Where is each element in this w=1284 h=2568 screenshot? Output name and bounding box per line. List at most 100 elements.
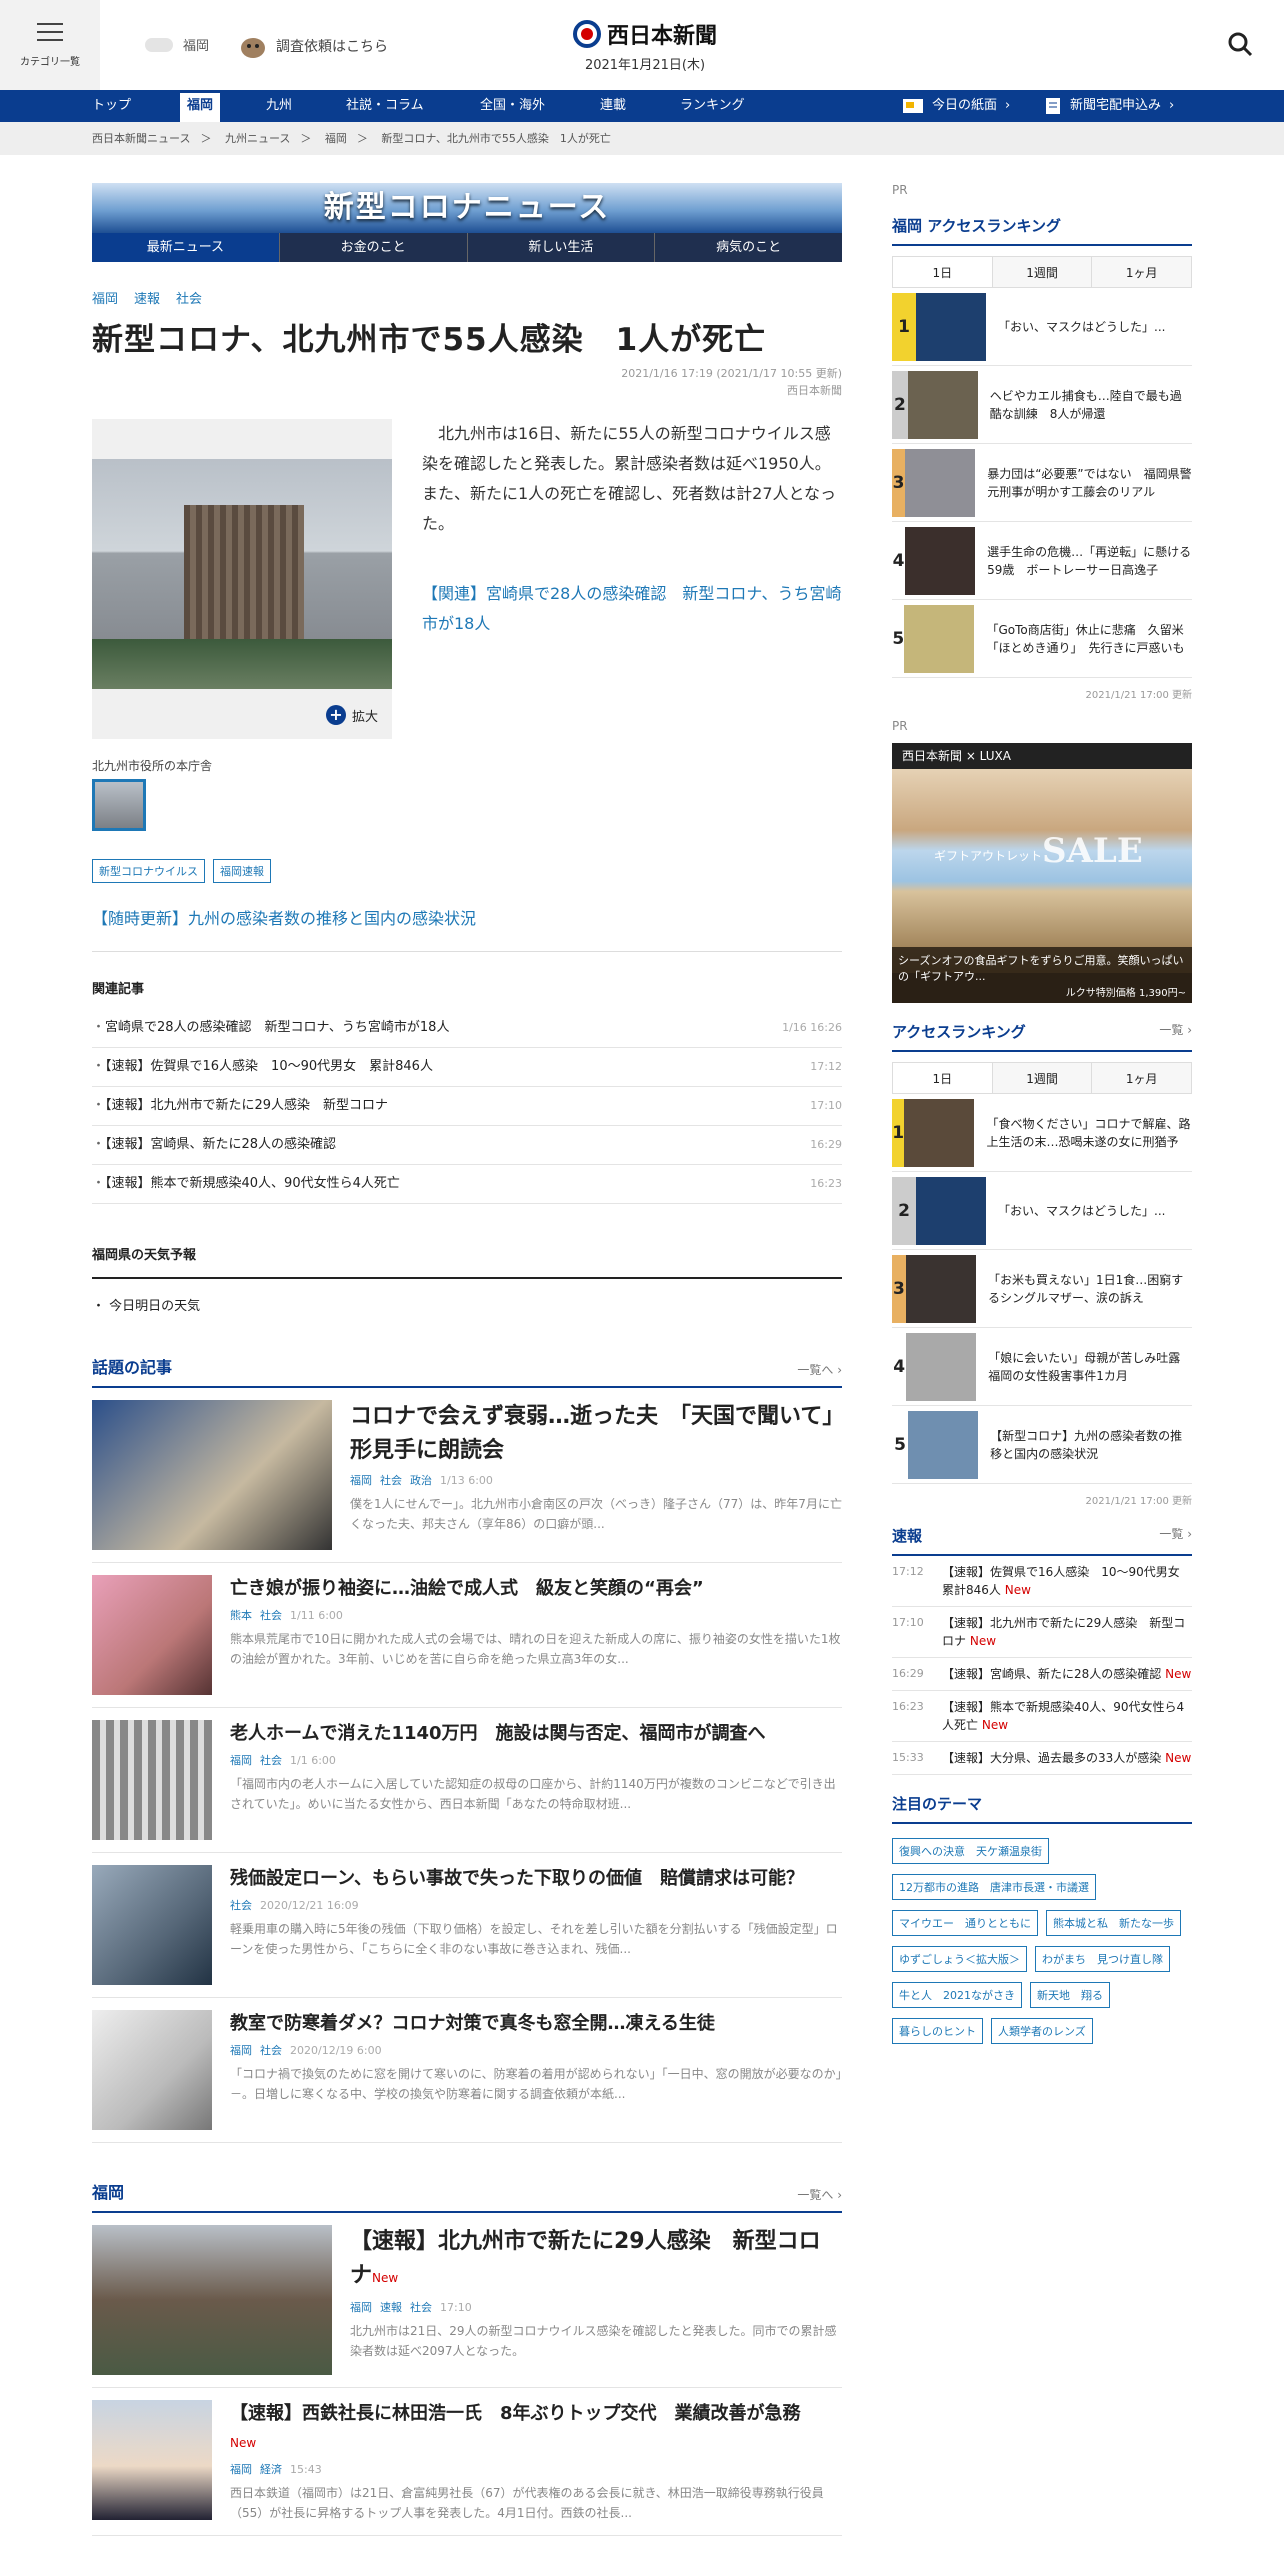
weather-link-label: 今日明日の天気 bbox=[109, 1299, 201, 1314]
category-link[interactable]: 福岡 bbox=[92, 288, 118, 307]
tag[interactable]: 新型コロナウイルス bbox=[92, 859, 205, 883]
theme-tag[interactable]: 新天地 翔る bbox=[1030, 1982, 1110, 2008]
live-update-link[interactable]: 【随時更新】九州の感染者数の推移と国内の感染状況 bbox=[92, 905, 842, 952]
theme-tag[interactable]: 復興への決意 天ケ瀬温泉街 bbox=[892, 1838, 1049, 1864]
ranking-item[interactable]: 3 「お米も買えない」1日1食…困窮するシングルマザー、涙の訴え bbox=[892, 1250, 1192, 1328]
breadcrumb-item[interactable]: 西日本新聞ニュース bbox=[92, 132, 190, 145]
tab-1day[interactable]: 1日 bbox=[893, 257, 992, 287]
theme-tag[interactable]: 熊本城と私 新たな一歩 bbox=[1046, 1910, 1181, 1936]
list-item[interactable]: 【速報】北九州市で新たに29人感染 新型コロナ 17:10 bbox=[92, 1087, 842, 1126]
ranking-item[interactable]: 4 選手生命の危機…「再逆転」に懸ける59歳 ボートレーサー日高逸子 bbox=[892, 522, 1192, 600]
site-logo[interactable]: 西日本新聞 2021年1月21日(木) bbox=[570, 18, 720, 73]
article-card[interactable]: コロナで会えず衰弱…逝った夫 「天国で聞いて」形見手に朗読会 福岡 社会 政治 1/1… bbox=[92, 1388, 842, 1563]
ranking-item[interactable]: 1 「おい、マスクはどうした」... bbox=[892, 288, 1192, 366]
new-badge: New bbox=[1165, 1751, 1192, 1765]
related-inline-link[interactable]: 【関連】宮崎県で28人の感染確認 新型コロナ、うち宮崎市が18人 bbox=[422, 579, 842, 639]
ranking-item[interactable]: 5 「GoTo商店街」休止に悲痛 久留米「ほとめき通り」 先行きに戸惑いも bbox=[892, 600, 1192, 678]
tab-1day[interactable]: 1日 bbox=[893, 1063, 992, 1093]
tab-1month[interactable]: 1ヶ月 bbox=[1091, 1063, 1192, 1093]
tab-illness[interactable]: 病気のこと bbox=[654, 233, 842, 262]
ranking-item[interactable]: 1 「食べ物ください」コロナで解雇、路上生活の末…恐喝未遂の女に刑猶予 bbox=[892, 1094, 1192, 1172]
nav-national[interactable]: 全国・海外 bbox=[480, 90, 545, 122]
theme-tag[interactable]: 人類学者のレンズ bbox=[991, 2018, 1093, 2044]
zoom-button[interactable]: + 拡大 bbox=[325, 705, 378, 725]
corona-news-banner[interactable]: 新型コロナニュース bbox=[92, 183, 842, 233]
ranking-thumbnail bbox=[907, 370, 978, 439]
theme-tag[interactable]: 12万都市の進路 唐津市長選・市議選 bbox=[892, 1874, 1096, 1900]
article-card[interactable]: 【速報】西鉄社長に林田浩一氏 8年ぶりトップ交代 業績改善が急務 New 福岡 経済… bbox=[92, 2388, 842, 2536]
list-item[interactable]: 宮崎県で28人の感染確認 新型コロナ、うち宮崎市が18人 1/16 16:26 bbox=[92, 1009, 842, 1048]
todays-paper-link[interactable]: 今日の紙面 › bbox=[902, 90, 1010, 122]
ranking-item[interactable]: 5 【新型コロナ】九州の感染者数の推移と国内の感染状況 bbox=[892, 1406, 1192, 1484]
topics-more-link[interactable]: 一覧へ › bbox=[797, 1361, 842, 1378]
theme-tag[interactable]: マイウエー 通りとともに bbox=[892, 1910, 1038, 1936]
category-link[interactable]: 社会 bbox=[176, 288, 202, 307]
photo-caption: 北九州市役所の本庁舎 bbox=[92, 759, 213, 773]
ranking-item[interactable]: 2 「おい、マスクはどうした」... bbox=[892, 1172, 1192, 1250]
article-photo[interactable]: + 拡大 bbox=[92, 419, 392, 739]
photo-thumbnail[interactable] bbox=[92, 779, 146, 831]
ranking-tabs: 1日 1週間 1ヶ月 bbox=[892, 256, 1192, 288]
theme-tag[interactable]: 暮らしのヒント bbox=[892, 2018, 983, 2044]
theme-tag[interactable]: 牛と人 2021ながさき bbox=[892, 1982, 1022, 2008]
category-menu-button[interactable]: カテゴリ一覧 bbox=[0, 0, 100, 90]
menu-label: カテゴリ一覧 bbox=[20, 56, 80, 68]
nav-series[interactable]: 連載 bbox=[600, 90, 626, 122]
article-card-excerpt: 「福岡市内の老人ホームに入居していた認知症の叔母の口座から、計約1140万円が複… bbox=[230, 1777, 836, 1811]
ranking-item[interactable]: 2 ヘビやカエル捕食も…陸自で最も過酷な訓練 8人が帰還 bbox=[892, 366, 1192, 444]
article-card[interactable]: 老人ホームで消えた1140万円 施設は関与否定、福岡市が調査へ 福岡 社会 1/1 … bbox=[92, 1708, 842, 1853]
list-item[interactable]: 【速報】宮崎県、新たに28人の感染確認 16:29 bbox=[92, 1126, 842, 1165]
nav-editorial[interactable]: 社説・コラム bbox=[346, 90, 424, 122]
theme-tag[interactable]: ゆずごしょう＜拡大版＞ bbox=[892, 1946, 1027, 1972]
logo-mark-icon bbox=[572, 20, 601, 48]
list-item[interactable]: 17:12 【速報】佐賀県で16人感染 10～90代男女 累計846人 New bbox=[892, 1556, 1192, 1607]
breadcrumb-item[interactable]: 福岡 bbox=[325, 132, 347, 145]
article-card-meta: 福岡 社会 1/1 6:00 bbox=[230, 1752, 842, 1768]
tab-1month[interactable]: 1ヶ月 bbox=[1091, 257, 1192, 287]
ranking-more-link[interactable]: 一覧 › bbox=[1159, 1021, 1192, 1042]
nav-ranking[interactable]: ランキング bbox=[680, 90, 745, 122]
article-card[interactable]: 【速報】北九州市で新たに29人感染 新型コロナNew 福岡 速報 社会 17:10 北… bbox=[92, 2213, 842, 2388]
tab-1week[interactable]: 1週間 bbox=[991, 257, 1092, 287]
nav-fukuoka[interactable]: 福岡 bbox=[180, 90, 220, 122]
article-card[interactable]: 亡き娘が振り袖姿に…油絵で成人式 級友と笑顔の“再会” 熊本 社会 1/11 6:0… bbox=[92, 1563, 842, 1708]
tag[interactable]: 福岡速報 bbox=[213, 859, 271, 883]
nav-kyushu[interactable]: 九州 bbox=[266, 90, 292, 122]
ranking-item[interactable]: 3 暴力団は“必要悪”ではない 福岡県警元刑事が明かす工藤会のリアル bbox=[892, 444, 1192, 522]
more-label: 一覧へ bbox=[797, 1363, 834, 1377]
article-card-meta: 福岡 経済 15:43 bbox=[230, 2461, 842, 2477]
list-item[interactable]: 15:33 【速報】大分県、過去最多の33人が感染 New bbox=[892, 1742, 1192, 1775]
list-item[interactable]: 【速報】佐賀県で16人感染 10～90代男女 累計846人 17:12 bbox=[92, 1048, 842, 1087]
subscribe-link[interactable]: 新聞宅配申込み › bbox=[1044, 90, 1174, 122]
tab-new-life[interactable]: 新しい生活 bbox=[466, 233, 655, 262]
theme-tag[interactable]: わがまち 見つけ直し隊 bbox=[1035, 1946, 1170, 1972]
request-link[interactable]: 調査依頼はこちら bbox=[238, 33, 388, 59]
article-source: 西日本新聞 bbox=[787, 384, 842, 397]
header-date: 2021年1月21日(木) bbox=[584, 58, 706, 73]
weather-link[interactable]: ・ 今日明日の天気 bbox=[92, 1295, 842, 1314]
list-item[interactable]: 16:23 【速報】熊本で新規感染40人、90代女性ら4人死亡 New bbox=[892, 1691, 1192, 1742]
article-card[interactable]: 残価設定ローン、もらい事故で失った下取りの価値 賠償請求は可能？ 社会 2020/… bbox=[92, 1853, 842, 1998]
nav-top[interactable]: トップ bbox=[92, 90, 131, 122]
tab-latest-news[interactable]: 最新ニュース bbox=[92, 233, 279, 262]
luxa-ad[interactable]: 西日本新聞 × LUXA ギフトアウトレット SALE シーズンオフの食品ギフト… bbox=[892, 743, 1192, 1003]
article-card-excerpt: 僕を1人にせんでー」。北九州市小倉南区の戸次（べっき）隆子さん（77）は、昨年7… bbox=[350, 1497, 842, 1531]
category-link[interactable]: 速報 bbox=[134, 288, 160, 307]
card-category: 福岡 bbox=[230, 1754, 252, 1767]
breaking-more-link[interactable]: 一覧 › bbox=[1159, 1525, 1192, 1546]
tab-money[interactable]: お金のこと bbox=[278, 233, 467, 262]
ranking-item[interactable]: 4 「娘に会いたい」母親が苦しみ吐露 福岡の女性殺害事件1カ月 bbox=[892, 1328, 1192, 1406]
article-card[interactable]: 教室で防寒着ダメ？コロナ対策で真冬も窓全開…凍える生徒 福岡 社会 2020/12/… bbox=[92, 1998, 842, 2143]
weather-widget[interactable]: 福岡 bbox=[145, 35, 209, 54]
tab-1week[interactable]: 1週間 bbox=[991, 1063, 1092, 1093]
related-list: 宮崎県で28人の感染確認 新型コロナ、うち宮崎市が18人 1/16 16:26 【… bbox=[92, 1009, 842, 1204]
ranking-title: 暴力団は“必要悪”ではない 福岡県警元刑事が明かす工藤会のリアル bbox=[987, 466, 1192, 499]
fukuoka-more-link[interactable]: 一覧へ › bbox=[797, 2186, 842, 2203]
card-date: 17:10 bbox=[440, 2301, 472, 2314]
list-item[interactable]: 16:29 【速報】宮崎県、新たに28人の感染確認 New bbox=[892, 1658, 1192, 1691]
search-icon[interactable] bbox=[1226, 30, 1254, 58]
breadcrumb-item[interactable]: 九州ニュース bbox=[225, 132, 290, 145]
list-item[interactable]: 17:10 【速報】北九州市で新たに29人感染 新型コロナ New bbox=[892, 1607, 1192, 1658]
topics-heading: 話題の記事 bbox=[92, 1358, 173, 1377]
list-item[interactable]: 【速報】熊本で新規感染40人、90代女性ら4人死亡 16:23 bbox=[92, 1165, 842, 1204]
